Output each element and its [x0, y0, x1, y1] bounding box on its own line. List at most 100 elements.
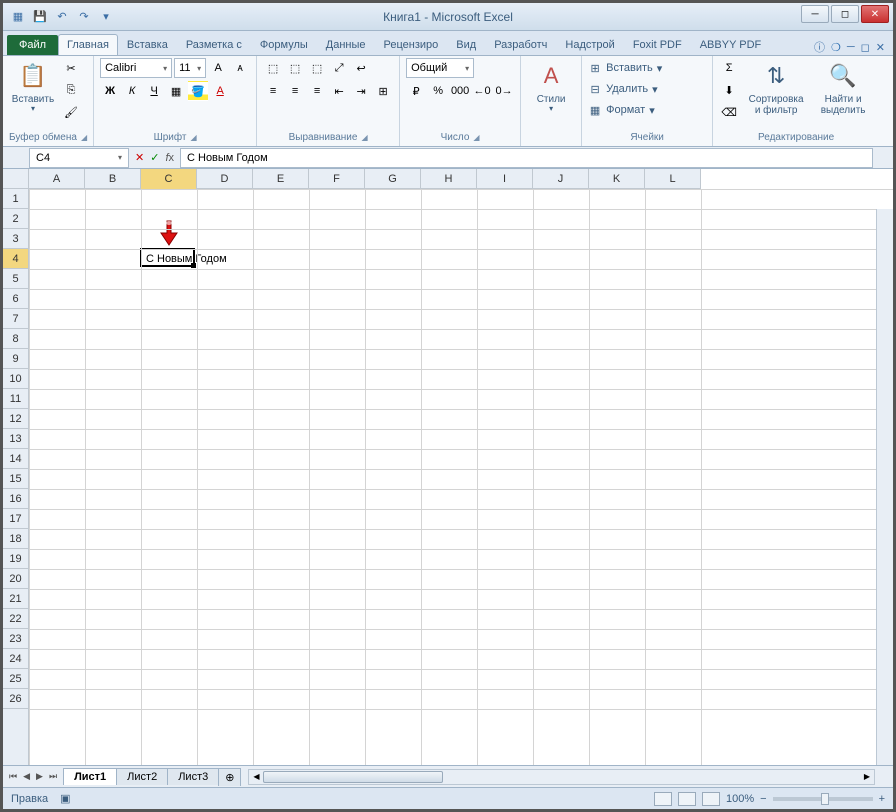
row-header-7[interactable]: 7	[3, 309, 28, 329]
col-header-l[interactable]: L	[645, 169, 701, 189]
row-header-1[interactable]: 1	[3, 189, 28, 209]
find-select-button[interactable]: 🔍 Найти и выделить	[813, 58, 873, 118]
col-header-a[interactable]: A	[29, 169, 85, 189]
row-header-20[interactable]: 20	[3, 569, 28, 589]
row-header-11[interactable]: 11	[3, 389, 28, 409]
sheet-tab-2[interactable]: Лист2	[116, 768, 168, 785]
redo-icon[interactable]: ↷	[75, 8, 93, 26]
increase-font-icon[interactable]: A	[208, 58, 228, 78]
row-header-19[interactable]: 19	[3, 549, 28, 569]
styles-button[interactable]: A Стили ▾	[527, 58, 575, 116]
tab-home[interactable]: Главная	[58, 34, 118, 55]
spreadsheet-grid[interactable]: ABCDEFGHIJKL 123456789101112131415161718…	[3, 169, 893, 765]
currency-icon[interactable]: ₽	[406, 81, 426, 101]
format-cells-button[interactable]: ▦Формат ▾	[588, 100, 706, 120]
row-header-3[interactable]: 3	[3, 229, 28, 249]
autosum-icon[interactable]: Σ	[719, 58, 739, 78]
underline-button[interactable]: Ч	[144, 81, 164, 101]
cancel-edit-icon[interactable]: ✕	[135, 151, 144, 164]
hscroll-thumb[interactable]	[263, 771, 443, 783]
tab-formulas[interactable]: Формулы	[251, 34, 317, 55]
decrease-font-icon[interactable]: ᴀ	[230, 58, 250, 78]
new-sheet-icon[interactable]: ⊕	[218, 768, 241, 786]
tab-nav-prev-icon[interactable]: ◀	[21, 771, 32, 782]
col-header-e[interactable]: E	[253, 169, 309, 189]
hscroll-left-icon[interactable]: ◀	[249, 770, 263, 784]
increase-decimal-icon[interactable]: ←0	[472, 81, 492, 101]
row-header-12[interactable]: 12	[3, 409, 28, 429]
wrap-text-icon[interactable]: ↩	[351, 58, 371, 78]
col-header-c[interactable]: C	[141, 169, 197, 189]
align-center-icon[interactable]: ≡	[285, 81, 305, 101]
zoom-slider[interactable]	[773, 797, 873, 801]
hscroll-right-icon[interactable]: ▶	[860, 770, 874, 784]
row-header-24[interactable]: 24	[3, 649, 28, 669]
save-icon[interactable]: 💾	[31, 8, 49, 26]
tab-layout[interactable]: Разметка с	[177, 34, 251, 55]
row-header-15[interactable]: 15	[3, 469, 28, 489]
row-header-6[interactable]: 6	[3, 289, 28, 309]
col-header-k[interactable]: K	[589, 169, 645, 189]
font-size-select[interactable]: 11▾	[174, 58, 206, 78]
row-header-9[interactable]: 9	[3, 349, 28, 369]
tab-abbyy[interactable]: ABBYY PDF	[691, 34, 771, 55]
minimize-button[interactable]: ─	[801, 5, 829, 23]
tab-nav-next-icon[interactable]: ▶	[34, 771, 45, 782]
format-painter-icon[interactable]: 🖌	[61, 102, 81, 122]
number-launcher-icon[interactable]: ◢	[473, 133, 479, 142]
row-header-4[interactable]: 4	[3, 249, 28, 269]
row-header-22[interactable]: 22	[3, 609, 28, 629]
italic-button[interactable]: К	[122, 81, 142, 101]
decrease-decimal-icon[interactable]: 0→	[494, 81, 514, 101]
doc-restore-icon[interactable]: ◻	[861, 41, 870, 54]
col-header-b[interactable]: B	[85, 169, 141, 189]
align-middle-icon[interactable]: ⬚	[285, 58, 305, 78]
undo-icon[interactable]: ↶	[53, 8, 71, 26]
zoom-level[interactable]: 100%	[726, 793, 754, 805]
col-header-h[interactable]: H	[421, 169, 477, 189]
border-icon[interactable]: ▦	[166, 81, 186, 101]
decrease-indent-icon[interactable]: ⇤	[329, 81, 349, 101]
sort-filter-button[interactable]: ⇅ Сортировка и фильтр	[743, 58, 809, 118]
page-layout-view-icon[interactable]	[678, 792, 696, 806]
sheet-tab-3[interactable]: Лист3	[167, 768, 219, 785]
align-top-icon[interactable]: ⬚	[263, 58, 283, 78]
ribbon-minimize-icon[interactable]: ⓘ	[814, 39, 825, 55]
zoom-out-icon[interactable]: −	[760, 793, 766, 805]
row-header-17[interactable]: 17	[3, 509, 28, 529]
tab-developer[interactable]: Разработч	[485, 34, 556, 55]
font-launcher-icon[interactable]: ◢	[190, 133, 196, 142]
delete-cells-button[interactable]: ⊟Удалить ▾	[588, 79, 706, 99]
column-headers[interactable]: ABCDEFGHIJKL	[29, 169, 701, 189]
tab-insert[interactable]: Вставка	[118, 34, 177, 55]
paste-button[interactable]: 📋 Вставить ▾	[9, 58, 57, 116]
row-header-16[interactable]: 16	[3, 489, 28, 509]
font-color-icon[interactable]: A	[210, 81, 230, 101]
comma-icon[interactable]: 000	[450, 81, 470, 101]
cell-c4-value[interactable]: С Новым Годом	[143, 251, 230, 267]
percent-icon[interactable]: %	[428, 81, 448, 101]
align-left-icon[interactable]: ≡	[263, 81, 283, 101]
maximize-button[interactable]: ◻	[831, 5, 859, 23]
row-header-8[interactable]: 8	[3, 329, 28, 349]
align-right-icon[interactable]: ≡	[307, 81, 327, 101]
enter-edit-icon[interactable]: ✓	[150, 151, 159, 164]
copy-icon[interactable]: ⎘	[61, 80, 81, 100]
font-name-select[interactable]: Calibri▾	[100, 58, 172, 78]
select-all-corner[interactable]	[3, 169, 29, 189]
tab-nav-last-icon[interactable]: ⏭	[47, 771, 59, 782]
merge-icon[interactable]: ⊞	[373, 81, 393, 101]
tab-addins[interactable]: Надстрой	[556, 34, 623, 55]
insert-cells-button[interactable]: ⊞Вставить ▾	[588, 58, 706, 78]
row-header-13[interactable]: 13	[3, 429, 28, 449]
col-header-i[interactable]: I	[477, 169, 533, 189]
row-header-5[interactable]: 5	[3, 269, 28, 289]
bold-button[interactable]: Ж	[100, 81, 120, 101]
help-icon[interactable]: ❍	[831, 41, 841, 54]
align-bottom-icon[interactable]: ⬚	[307, 58, 327, 78]
formula-bar[interactable]: С Новым Годом	[180, 148, 873, 168]
row-header-2[interactable]: 2	[3, 209, 28, 229]
increase-indent-icon[interactable]: ⇥	[351, 81, 371, 101]
tab-view[interactable]: Вид	[447, 34, 485, 55]
row-header-26[interactable]: 26	[3, 689, 28, 709]
